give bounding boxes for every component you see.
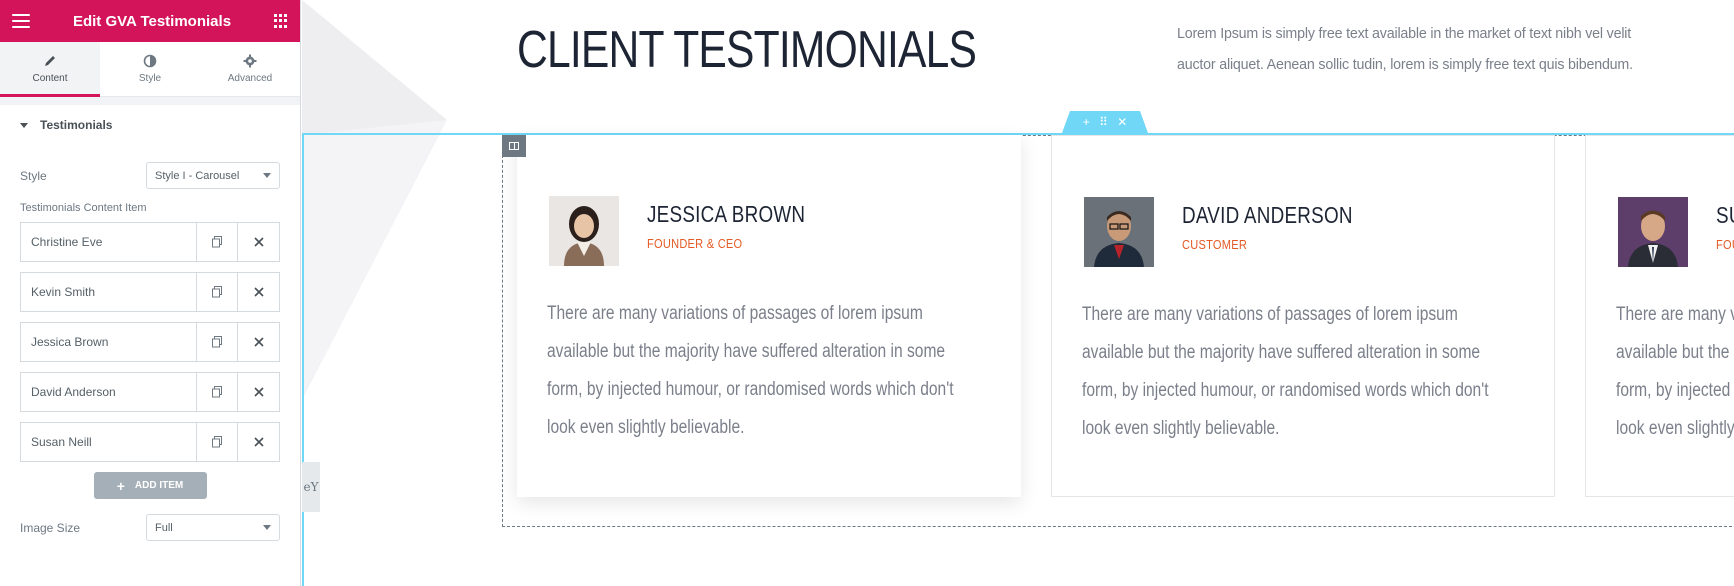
repeater-item-title[interactable]: Susan Neill	[21, 423, 197, 461]
testimonial-name: SUSAN NEILL	[1716, 202, 1734, 228]
menu-icon[interactable]	[12, 14, 30, 28]
repeater-item-title[interactable]: Christine Eve	[21, 223, 197, 261]
repeater-item: Susan Neill	[20, 422, 280, 462]
content-item-label: Testimonials Content Item	[20, 202, 147, 214]
widgets-grid-icon[interactable]	[274, 14, 288, 28]
avatar	[549, 196, 619, 266]
tab-style-label: Style	[138, 73, 162, 84]
image-size-select[interactable]: Full	[146, 514, 280, 541]
repeater-item-title[interactable]: Kevin Smith	[21, 273, 197, 311]
add-item-label: ADD ITEM	[134, 480, 184, 491]
dropdown-arrow-icon	[263, 173, 271, 178]
panel-collapse-toggle[interactable]: eY	[302, 462, 320, 512]
panel-tabs: Content Style Advanced	[0, 42, 300, 97]
avatar	[1084, 197, 1154, 267]
pencil-icon	[45, 56, 55, 66]
dropdown-arrow-icon	[263, 525, 271, 530]
remove-icon[interactable]	[238, 273, 279, 311]
style-select-value: Style I - Carousel	[155, 169, 240, 182]
move-section-icon[interactable]: ⠿	[1099, 115, 1108, 129]
duplicate-icon[interactable]	[197, 273, 238, 311]
repeater-list: Christine Eve Kevin Smith Jessica Brown …	[20, 222, 280, 462]
remove-icon[interactable]	[238, 323, 279, 361]
tab-content-label: Content	[32, 73, 68, 84]
plus-icon: +	[116, 477, 125, 494]
remove-icon[interactable]	[238, 223, 279, 261]
gear-icon	[243, 54, 257, 68]
add-item-button[interactable]: + ADD ITEM	[93, 472, 207, 499]
contrast-icon	[143, 54, 157, 68]
repeater-item: David Anderson	[20, 372, 280, 412]
add-section-icon[interactable]: +	[1083, 115, 1090, 129]
image-size-label: Image Size	[20, 520, 81, 535]
remove-icon[interactable]	[238, 423, 279, 461]
style-control: Style Style I - Carousel	[20, 145, 280, 189]
image-size-value: Full	[155, 521, 173, 534]
duplicate-icon[interactable]	[197, 423, 238, 461]
testimonial-role: FOUNDER & CEO	[647, 236, 743, 251]
tab-advanced-label: Advanced	[227, 73, 273, 84]
remove-icon[interactable]	[238, 373, 279, 411]
tab-style[interactable]: Style	[100, 42, 200, 96]
repeater-item-title[interactable]: Jessica Brown	[21, 323, 197, 361]
delete-section-icon[interactable]: ✕	[1117, 115, 1127, 129]
duplicate-icon[interactable]	[197, 223, 238, 261]
testimonial-name: JESSICA BROWN	[647, 201, 806, 227]
section-body: Style Style I - Carousel Testimonials Co…	[0, 145, 300, 586]
panel-title: Edit GVA Testimonials	[72, 12, 232, 30]
page-title: CLIENT TESTIMONIALS	[517, 21, 977, 79]
testimonial-name: DAVID ANDERSON	[1182, 202, 1353, 228]
editor-panel: Edit GVA Testimonials Content Style Adva…	[0, 0, 301, 586]
style-select[interactable]: Style I - Carousel	[146, 162, 280, 189]
caret-down-icon	[20, 122, 28, 128]
testimonial-role: FOUNDER	[1716, 237, 1734, 252]
style-label: Style	[20, 168, 47, 183]
duplicate-icon[interactable]	[197, 373, 238, 411]
repeater-item: Christine Eve	[20, 222, 280, 262]
panel-header: Edit GVA Testimonials	[0, 0, 300, 42]
testimonial-card: SUSAN NEILL FOUNDER There are many varia…	[1585, 135, 1734, 497]
repeater-item: Kevin Smith	[20, 272, 280, 312]
repeater-item-title[interactable]: David Anderson	[21, 373, 197, 411]
avatar	[1618, 197, 1688, 267]
tab-advanced[interactable]: Advanced	[200, 42, 300, 96]
preview-canvas: CLIENT TESTIMONIALS Lorem Ipsum is simpl…	[302, 0, 1734, 586]
testimonial-quote: There are many variations of passages of…	[547, 303, 954, 438]
section-title: Testimonials	[40, 118, 113, 132]
testimonial-card: JESSICA BROWN FOUNDER & CEO There are ma…	[517, 135, 1021, 497]
testimonial-role: CUSTOMER	[1182, 237, 1248, 252]
section-toggle-testimonials[interactable]: Testimonials	[0, 105, 300, 145]
tab-content[interactable]: Content	[0, 42, 100, 97]
testimonial-quote: There are many variations of passages of…	[1082, 304, 1489, 439]
testimonial-quote: There are many variations of passages of…	[1616, 304, 1734, 439]
intro-text: Lorem Ipsum is simply free text availabl…	[1177, 25, 1633, 73]
column-handle-icon[interactable]	[502, 135, 526, 157]
repeater-item: Jessica Brown	[20, 322, 280, 362]
image-size-control: Image Size Full	[20, 514, 280, 541]
section-handle: + ⠿ ✕	[1062, 111, 1148, 133]
testimonial-card: DAVID ANDERSON CUSTOMER There are many v…	[1051, 135, 1555, 497]
duplicate-icon[interactable]	[197, 323, 238, 361]
